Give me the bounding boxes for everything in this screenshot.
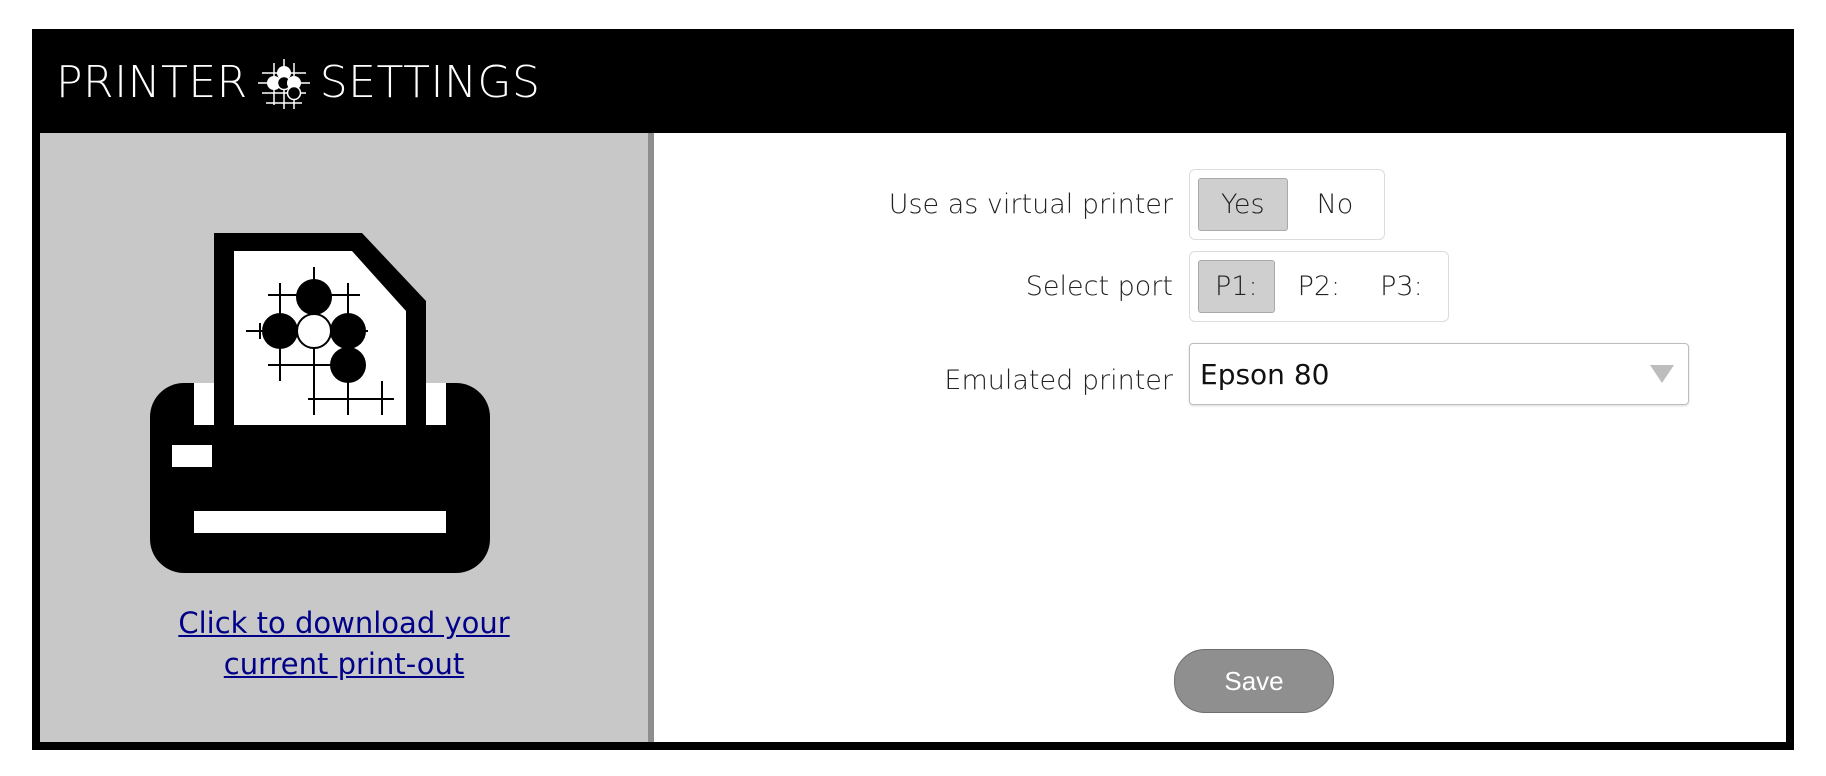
port-selector: P1: P2: P3: — [1189, 250, 1449, 322]
emulated-printer-select[interactable]: Epson 80 — [1189, 343, 1689, 405]
port-p3-button[interactable]: P3: — [1363, 260, 1440, 313]
title-right: SETTINGS — [319, 57, 541, 108]
save-button[interactable]: Save — [1174, 649, 1334, 713]
emulated-printer-value: Epson 80 — [1200, 357, 1330, 391]
port-row: Select port P1: P2: P3: — [654, 246, 1449, 326]
download-link-line2[interactable]: current print-out — [40, 644, 648, 685]
virtual-printer-no-button[interactable]: No — [1294, 178, 1377, 231]
virtual-printer-yes-button[interactable]: Yes — [1198, 177, 1288, 231]
virtual-printer-toggle: Yes No — [1189, 168, 1386, 240]
download-link-line1[interactable]: Click to download your — [40, 603, 648, 644]
port-label: Select port — [1025, 270, 1173, 302]
emulated-printer-label: Emulated printer — [944, 364, 1173, 396]
app-frame: PRINTER SETTINGS Click to download your … — [32, 29, 1794, 750]
download-printout-link[interactable]: Click to download your current print-out — [40, 603, 648, 685]
title-left: PRINTER — [56, 57, 248, 108]
left-panel: Click to download your current print-out — [40, 133, 648, 742]
settings-panel: Use as virtual printer Yes No Select por… — [654, 133, 1786, 742]
header-bar: PRINTER SETTINGS — [32, 29, 1794, 133]
port-p2-button[interactable]: P2: — [1281, 260, 1358, 313]
printer-with-go-board-icon — [150, 193, 550, 593]
virtual-printer-row: Use as virtual printer Yes No — [654, 164, 1386, 244]
virtual-printer-label: Use as virtual printer — [888, 188, 1173, 220]
port-p1-button[interactable]: P1: — [1198, 259, 1275, 313]
go-stones-logo-icon — [252, 51, 316, 115]
page-title: PRINTER SETTINGS — [56, 51, 540, 115]
chevron-down-icon — [1650, 365, 1674, 383]
emulated-printer-row: Emulated printer Epson 80 — [654, 340, 1689, 420]
